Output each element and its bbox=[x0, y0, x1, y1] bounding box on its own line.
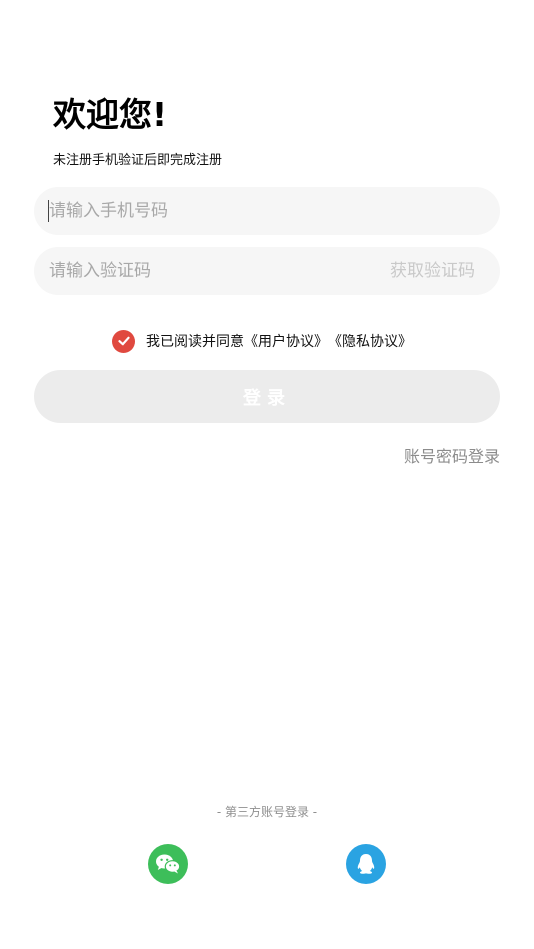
agreement-checkbox[interactable] bbox=[112, 329, 135, 353]
phone-field[interactable] bbox=[34, 187, 500, 235]
get-code-button[interactable]: 获取验证码 bbox=[390, 247, 475, 295]
agreement-text: 我已阅读并同意 bbox=[146, 334, 244, 350]
user-agreement-link[interactable]: 《用户协议》 bbox=[244, 331, 328, 351]
page-title: 欢迎您! bbox=[53, 95, 168, 134]
password-login-link[interactable]: 账号密码登录 bbox=[404, 443, 500, 467]
wechat-login-button[interactable] bbox=[148, 844, 188, 884]
qq-login-button[interactable] bbox=[346, 844, 386, 884]
phone-input[interactable] bbox=[49, 187, 349, 235]
code-field[interactable]: 获取验证码 bbox=[34, 247, 500, 295]
check-icon bbox=[117, 336, 130, 346]
wechat-icon bbox=[156, 854, 181, 874]
page-subtitle: 未注册手机验证后即完成注册 bbox=[53, 153, 223, 168]
agreement-row: 我已阅读并同意 《用户协议》 《隐私协议》 bbox=[112, 328, 412, 354]
qq-icon bbox=[357, 854, 375, 874]
login-button[interactable]: 登录 bbox=[34, 370, 500, 423]
third-party-title: - 第三方账号登录 - bbox=[216, 805, 318, 819]
code-input[interactable] bbox=[49, 247, 349, 295]
privacy-agreement-link[interactable]: 《隐私协议》 bbox=[328, 331, 412, 351]
